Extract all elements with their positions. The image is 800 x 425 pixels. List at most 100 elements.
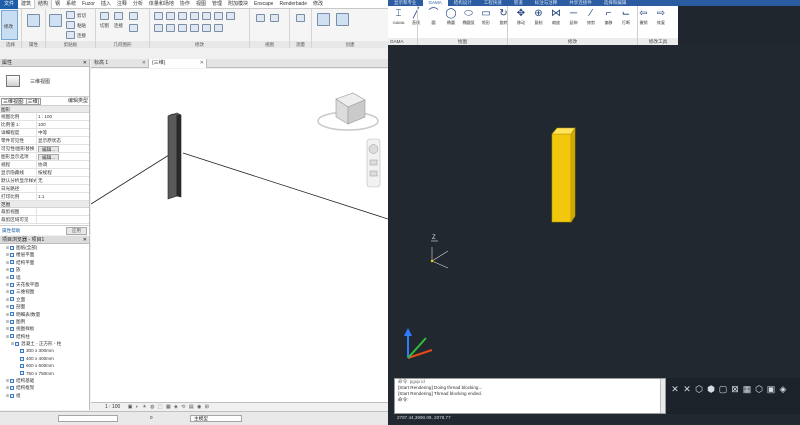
property-value[interactable] <box>37 185 89 192</box>
command-scrollbar[interactable] <box>660 379 665 413</box>
tab-13[interactable]: 附加模块 <box>225 0 251 9</box>
property-row[interactable]: 比例值 1: 100 <box>0 121 89 129</box>
property-row[interactable]: 规程 协调 <box>0 161 89 169</box>
group-extents[interactable]: 范围 <box>0 201 89 208</box>
wall-joins-icon[interactable] <box>129 12 138 20</box>
property-row[interactable]: 零件可见性 显示原状态 <box>0 137 89 145</box>
split-icon[interactable] <box>166 24 175 32</box>
override-icon[interactable] <box>270 14 279 22</box>
snap-endpoint-icon[interactable]: ✕ <box>670 384 680 394</box>
snap-midpoint-icon[interactable]: ✕ <box>682 384 692 394</box>
align-icon[interactable] <box>154 12 163 20</box>
snap-nearest-icon[interactable]: ◈ <box>778 384 788 394</box>
tab-3[interactable]: 钢 <box>52 0 63 9</box>
snap-node-icon[interactable]: ⬢ <box>706 384 716 394</box>
property-value[interactable] <box>37 208 89 215</box>
type-selector[interactable]: 三维视图 <box>0 67 89 97</box>
zoom-icon[interactable] <box>369 159 378 166</box>
tab-9[interactable]: 体量和场地 <box>146 0 177 9</box>
tab-16[interactable]: 修改 <box>310 0 326 9</box>
snap-intersection-icon[interactable]: ⊠ <box>730 384 740 394</box>
tab-12[interactable]: 管理 <box>209 0 225 9</box>
cad-canvas[interactable]: Z <box>388 46 800 376</box>
viewcube[interactable] <box>317 92 379 131</box>
cad-viewport[interactable]: Z <box>388 46 800 376</box>
rotate-icon[interactable] <box>226 12 235 20</box>
property-value[interactable] <box>37 216 89 223</box>
property-row[interactable]: 日光路径 <box>0 185 89 193</box>
cut-geometry-icon[interactable] <box>100 12 109 20</box>
tab-8[interactable]: 分析 <box>130 0 146 9</box>
revit-3d-view[interactable] <box>90 69 388 402</box>
property-row[interactable]: 显示隐藏线 按规程 <box>0 169 89 177</box>
property-row[interactable]: 默认分析显示样式无 <box>0 177 89 185</box>
tab-4[interactable]: 系统 <box>63 0 79 9</box>
browser-item[interactable]: ⊞ 墙 <box>0 274 89 281</box>
view-scale[interactable]: 1 : 100 <box>105 404 120 410</box>
browser-item[interactable]: ⊞ 图纸(全部) <box>0 244 89 251</box>
browser-item[interactable]: ⊞ 结构基础 <box>0 377 89 384</box>
properties-help-link[interactable]: 属性帮助 <box>2 228 20 234</box>
browser-item[interactable]: ⊞ 剖面 <box>0 303 89 310</box>
property-row[interactable]: 详细程度 中等 <box>0 129 89 137</box>
property-row[interactable]: 裁剪区域可见 <box>0 216 89 224</box>
property-row[interactable]: 图形显示选项 编辑... <box>0 153 89 161</box>
property-value[interactable]: 协调 <box>37 161 89 168</box>
command-window[interactable]: 命令: pgup id [Start Rendering] Doing threa… <box>394 378 666 414</box>
property-value[interactable]: 1 : 100 <box>37 113 89 120</box>
column-front-face[interactable] <box>167 112 178 200</box>
browser-item[interactable]: ⊞ 楼层平面 <box>0 251 89 258</box>
tab-10[interactable]: 协作 <box>177 0 193 9</box>
property-row[interactable]: 打印比例 1:1 <box>0 193 89 201</box>
browser-item[interactable]: ⊞ 三维视图 <box>0 288 89 295</box>
split-face-icon[interactable] <box>129 24 138 32</box>
navigation-bar[interactable] <box>366 138 381 188</box>
tab-7[interactable]: 注释 <box>114 0 130 9</box>
tab-5[interactable]: Fuzor <box>79 0 98 9</box>
array-icon[interactable] <box>178 24 187 32</box>
close-icon[interactable]: ✕ <box>142 59 146 68</box>
browser-item[interactable]: ⊞ 图例 <box>0 318 89 325</box>
join-geometry-icon[interactable] <box>114 12 123 20</box>
tab-6[interactable]: 插入 <box>98 0 114 9</box>
yellow-column[interactable] <box>551 133 572 223</box>
tab-1[interactable]: 建筑 <box>18 0 34 9</box>
status-select-box[interactable] <box>58 415 118 422</box>
browser-item[interactable]: ⊞ 结构平面 <box>0 259 89 266</box>
join-icon[interactable] <box>66 31 75 39</box>
create-parts-icon[interactable] <box>336 13 349 26</box>
property-value[interactable]: 按规程 <box>37 169 89 176</box>
cut-icon[interactable] <box>66 11 75 19</box>
tab-3d[interactable]: {三维} ✕ <box>149 59 207 68</box>
close-icon[interactable]: ✕ <box>200 59 204 68</box>
mirror-draw-icon[interactable] <box>190 12 199 20</box>
measure-icon[interactable] <box>296 14 305 22</box>
property-row[interactable]: 可见性/图形替换 编辑... <box>0 145 89 153</box>
browser-item[interactable]: 600 x 600mm <box>0 362 89 369</box>
apply-button[interactable]: 应用 <box>65 226 87 235</box>
group-graphics[interactable]: 图形 <box>0 106 89 113</box>
browser-item[interactable]: ⊞ 立面 <box>0 296 89 303</box>
create-assembly-icon[interactable] <box>317 13 330 26</box>
browser-item[interactable]: ⊞ 组 <box>0 392 89 399</box>
properties-icon[interactable] <box>27 14 40 27</box>
browser-item[interactable]: ⊞ 视图样板 <box>0 325 89 332</box>
column-side-face[interactable] <box>176 112 182 198</box>
tab-11[interactable]: 视图 <box>193 0 209 9</box>
tab-level-1[interactable]: 标高 1 ✕ <box>91 59 149 68</box>
close-icon[interactable]: ✕ <box>83 59 87 66</box>
model-select-box[interactable]: 主模型 <box>190 415 242 422</box>
paste-icon[interactable] <box>49 14 62 27</box>
edit-button[interactable]: 编辑... <box>38 154 60 160</box>
property-row[interactable]: 视图比例 1 : 100 <box>0 113 89 121</box>
snap-perpendicular-icon[interactable]: ▣ <box>766 384 776 394</box>
steering-wheel-icon[interactable] <box>368 144 379 154</box>
snap-insert-icon[interactable]: ⬡ <box>754 384 764 394</box>
pin-icon[interactable] <box>202 24 211 32</box>
trim-icon[interactable] <box>154 24 163 32</box>
property-value[interactable]: 显示原状态 <box>37 137 89 144</box>
browser-item[interactable]: ⊞ 混凝土 - 正方形 - 柱 <box>0 340 89 347</box>
browser-item[interactable]: ⊞ 族 <box>0 266 89 273</box>
scale-icon[interactable] <box>190 24 199 32</box>
browser-item[interactable]: ⊞ 结构柱 <box>0 333 89 340</box>
